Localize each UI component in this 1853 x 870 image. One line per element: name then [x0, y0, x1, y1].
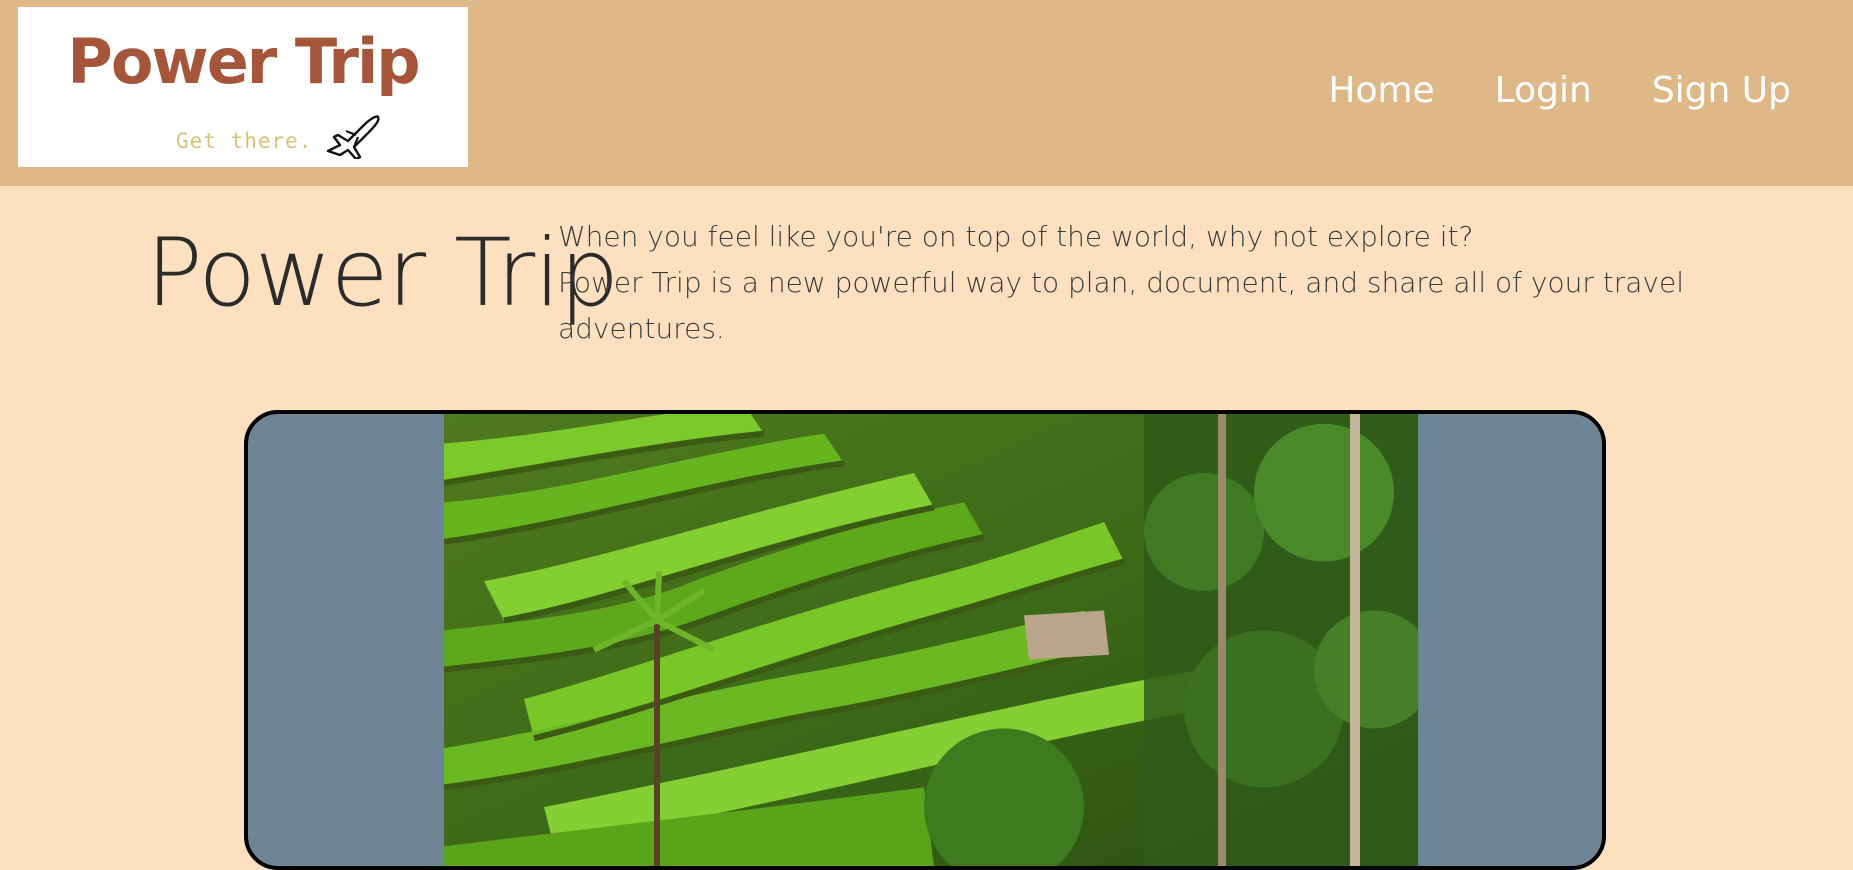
nav-login-link[interactable]: Login — [1495, 70, 1592, 111]
rice-terraces-photo — [444, 414, 1418, 866]
nav-home-link[interactable]: Home — [1328, 70, 1434, 111]
logo-tagline: Get there. — [176, 129, 313, 153]
image-carousel[interactable] — [244, 410, 1606, 870]
logo-title: Power Trip — [67, 25, 420, 98]
hero-line-1: When you feel like you're on top of the … — [558, 220, 1474, 253]
hero-title: Power Trip — [146, 219, 619, 328]
hero-text: When you feel like you're on top of the … — [558, 214, 1853, 352]
nav-signup-link[interactable]: Sign Up — [1652, 70, 1791, 111]
hero-line-2: Power Trip is a new powerful way to plan… — [558, 266, 1684, 345]
logo[interactable]: Power Trip Get there. — [18, 7, 468, 167]
airplane-icon — [326, 115, 380, 159]
navbar: Power Trip Get there. Home Login Sign Up — [0, 0, 1853, 186]
nav-links: Home Login Sign Up — [1328, 70, 1791, 111]
